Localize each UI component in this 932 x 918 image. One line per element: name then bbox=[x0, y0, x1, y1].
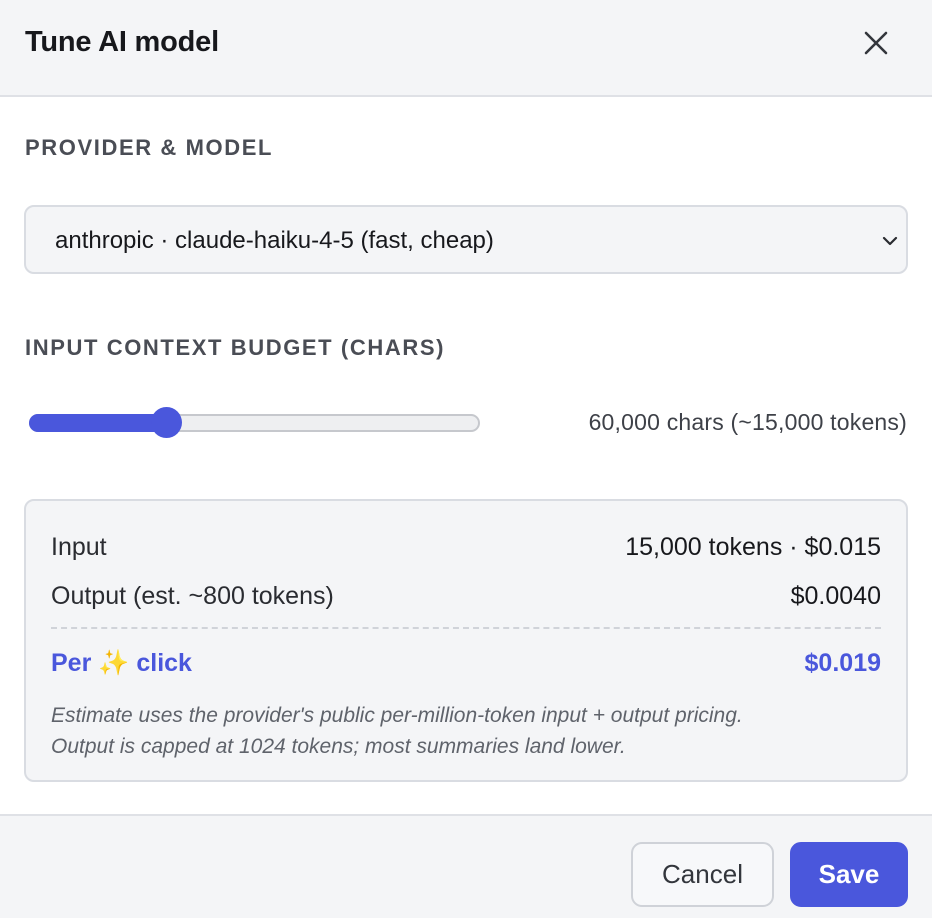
input-cost-label: Input bbox=[51, 533, 107, 561]
budget-readout: 60,000 chars (~15,000 tokens) bbox=[588, 409, 907, 435]
save-button[interactable]: Save bbox=[790, 842, 908, 907]
chevron-down-icon bbox=[882, 236, 898, 246]
cost-divider bbox=[51, 627, 881, 629]
pricing-note-line-1: Estimate uses the provider's public per-… bbox=[51, 704, 743, 727]
input-cost-value: 15,000 tokens · $0.015 bbox=[625, 533, 881, 561]
dialog-title: Tune AI model bbox=[25, 26, 219, 58]
per-click-value: $0.019 bbox=[804, 649, 881, 677]
budget-slider-thumb[interactable] bbox=[151, 407, 182, 438]
per-click-label: Per ✨ click bbox=[51, 649, 192, 678]
per-click-label-pre: Per bbox=[51, 649, 92, 677]
model-select[interactable]: anthropic · claude-haiku-4-5 (fast, chea… bbox=[24, 205, 908, 274]
pricing-note-line-2: Output is capped at 1024 tokens; most su… bbox=[51, 735, 626, 758]
output-cost-value: $0.0040 bbox=[790, 582, 881, 610]
dialog-footer: Cancel Save bbox=[0, 814, 932, 918]
budget-slider-fill bbox=[29, 414, 167, 432]
output-cost-label: Output (est. ~800 tokens) bbox=[51, 582, 334, 610]
cancel-button[interactable]: Cancel bbox=[631, 842, 774, 907]
provider-section-label: PROVIDER & MODEL bbox=[25, 135, 274, 160]
dialog-header: Tune AI model bbox=[0, 0, 932, 97]
output-cost-row: Output (est. ~800 tokens) $0.0040 bbox=[51, 582, 881, 611]
pricing-note: Estimate uses the provider's public per-… bbox=[51, 700, 871, 762]
close-button[interactable] bbox=[855, 22, 897, 64]
model-select-value: anthropic · claude-haiku-4-5 (fast, chea… bbox=[55, 227, 494, 254]
per-click-row: Per ✨ click $0.019 bbox=[51, 649, 881, 678]
budget-section-label: INPUT CONTEXT BUDGET (CHARS) bbox=[25, 335, 446, 360]
close-icon bbox=[864, 31, 888, 55]
cost-estimate-panel: Input 15,000 tokens · $0.015 Output (est… bbox=[24, 499, 908, 782]
sparkles-icon: ✨ bbox=[98, 649, 130, 677]
per-click-label-post: click bbox=[136, 649, 192, 677]
input-cost-row: Input 15,000 tokens · $0.015 bbox=[51, 533, 881, 562]
